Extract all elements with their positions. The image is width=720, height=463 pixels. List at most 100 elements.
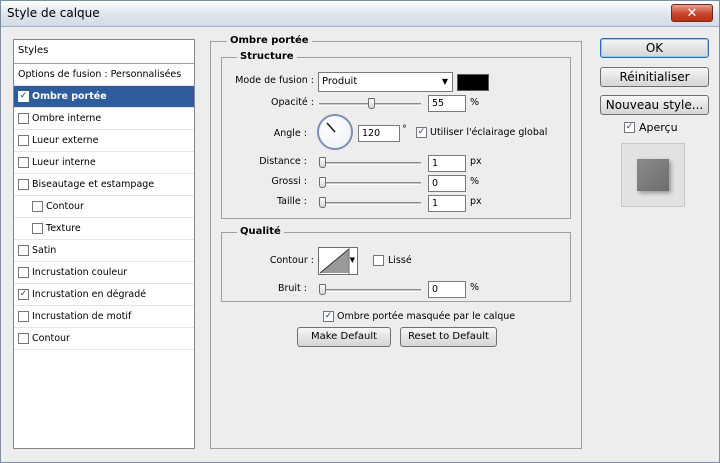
style-item-label: Texture [46, 223, 81, 234]
blend-mode-value: Produit [322, 76, 358, 87]
distance-label: Distance : [259, 156, 307, 167]
antialias-checkbox[interactable] [373, 255, 384, 266]
style-item-checkbox[interactable]: ✓ [18, 289, 29, 300]
blend-mode-label: Mode de fusion : [235, 75, 314, 86]
make-default-button[interactable]: Make Default [297, 327, 391, 347]
angle-dial[interactable] [317, 114, 353, 150]
size-slider-thumb[interactable] [319, 197, 326, 208]
preview-label: Aperçu [639, 121, 678, 134]
style-item[interactable]: Lueur externe [14, 130, 194, 152]
contour-picker[interactable]: ▼ [318, 247, 358, 275]
spread-slider-track[interactable] [319, 182, 421, 185]
style-item[interactable]: Incrustation couleur [14, 262, 194, 284]
style-item[interactable]: Contour [14, 328, 194, 350]
style-item-checkbox[interactable] [32, 201, 43, 212]
size-input[interactable]: 1 [428, 195, 466, 212]
ok-button[interactable]: OK [600, 38, 709, 58]
close-button[interactable]: ✕ [671, 4, 713, 22]
style-item-label: Incrustation de motif [32, 311, 132, 322]
preview-swatch [637, 159, 669, 191]
style-item-checkbox[interactable] [18, 179, 29, 190]
noise-input[interactable]: 0 [428, 281, 466, 298]
spread-input[interactable]: 0 [428, 175, 466, 192]
style-item-checkbox[interactable] [18, 333, 29, 344]
contour-dropdown-icon[interactable]: ▼ [350, 256, 355, 264]
contour-label: Contour : [269, 255, 314, 266]
check-icon: ✓ [417, 127, 426, 137]
opacity-label: Opacité : [271, 97, 314, 108]
spread-label: Grossi : [271, 176, 307, 187]
check-icon: ✓ [324, 311, 333, 321]
style-item[interactable]: Satin [14, 240, 194, 262]
style-item-checkbox[interactable] [18, 113, 29, 124]
style-item-label: Lueur interne [32, 157, 96, 168]
structure-title: Structure [237, 51, 297, 62]
angle-needle-icon [326, 122, 336, 133]
style-item[interactable]: Lueur interne [14, 152, 194, 174]
noise-slider-track[interactable] [319, 289, 421, 292]
style-item-label: Ombre portée [32, 91, 107, 102]
style-item-checkbox[interactable] [18, 135, 29, 146]
style-preview [621, 143, 685, 207]
spread-unit: % [470, 176, 480, 187]
reset-button[interactable]: Réinitialiser [600, 67, 709, 87]
noise-slider-thumb[interactable] [319, 284, 326, 295]
style-item-label: Options de fusion : Personnalisées [18, 69, 182, 80]
layer-style-dialog: Style de calque ✕ Styles Options de fusi… [0, 0, 720, 463]
style-item-label: Incrustation couleur [32, 267, 128, 278]
style-item[interactable]: Options de fusion : Personnalisées [14, 64, 194, 86]
new-style-button[interactable]: Nouveau style... [600, 95, 709, 115]
check-icon: ✓ [19, 289, 28, 299]
spread-slider-thumb[interactable] [319, 177, 326, 188]
style-item-checkbox[interactable] [18, 157, 29, 168]
size-slider-track[interactable] [319, 202, 421, 205]
style-item-checkbox[interactable] [18, 311, 29, 322]
preview-checkbox[interactable]: ✓ [624, 122, 635, 133]
angle-unit: ° [402, 124, 407, 135]
knockout-checkbox[interactable]: ✓ [323, 311, 334, 322]
style-item[interactable]: Biseautage et estampage [14, 174, 194, 196]
style-item[interactable]: Contour [14, 196, 194, 218]
chevron-down-icon: ▼ [441, 77, 448, 86]
style-item-checkbox[interactable] [18, 245, 29, 256]
style-item[interactable]: Ombre interne [14, 108, 194, 130]
angle-label: Angle : [273, 128, 307, 139]
distance-slider-thumb[interactable] [319, 157, 326, 168]
style-item-checkbox[interactable] [18, 267, 29, 278]
distance-input[interactable]: 1 [428, 155, 466, 172]
blend-mode-select[interactable]: Produit ▼ [318, 72, 453, 92]
global-light-checkbox[interactable]: ✓ [416, 127, 427, 138]
style-item-label: Contour [32, 333, 70, 344]
reset-to-default-button[interactable]: Reset to Default [400, 327, 497, 347]
style-item[interactable]: Incrustation de motif [14, 306, 194, 328]
styles-list: Styles Options de fusion : Personnalisée… [13, 39, 195, 449]
title-bar[interactable]: Style de calque ✕ [1, 1, 719, 27]
opacity-input[interactable]: 55 [428, 95, 466, 112]
knockout-label: Ombre portée masquée par le calque [337, 311, 516, 322]
style-item-checkbox[interactable] [32, 223, 43, 234]
style-item-label: Ombre interne [32, 113, 102, 124]
opacity-unit: % [470, 97, 480, 108]
opacity-slider-thumb[interactable] [368, 98, 375, 109]
style-item[interactable]: ✓ Incrustation en dégradé [14, 284, 194, 306]
styles-header[interactable]: Styles [14, 40, 194, 64]
quality-title: Qualité [237, 226, 284, 237]
style-item-label: Contour [46, 201, 84, 212]
style-item-label: Satin [32, 245, 57, 256]
style-item[interactable]: Texture [14, 218, 194, 240]
check-icon: ✓ [19, 91, 28, 101]
noise-label: Bruit : [277, 283, 307, 294]
style-item-label: Incrustation en dégradé [32, 289, 147, 300]
style-item[interactable]: ✓ Ombre portée [14, 86, 194, 108]
distance-unit: px [470, 156, 482, 167]
noise-unit: % [470, 282, 480, 293]
drop-shadow-title: Ombre portée [227, 35, 312, 46]
shadow-color-swatch[interactable] [457, 74, 489, 91]
window-title: Style de calque [7, 6, 100, 20]
distance-slider-track[interactable] [319, 162, 421, 165]
close-icon: ✕ [686, 5, 698, 21]
style-item-checkbox[interactable]: ✓ [18, 91, 29, 102]
angle-input[interactable]: 120 [358, 125, 400, 142]
check-icon: ✓ [625, 122, 634, 132]
drop-shadow-panel: Ombre portée Structure Mode de fusion : … [210, 35, 582, 449]
